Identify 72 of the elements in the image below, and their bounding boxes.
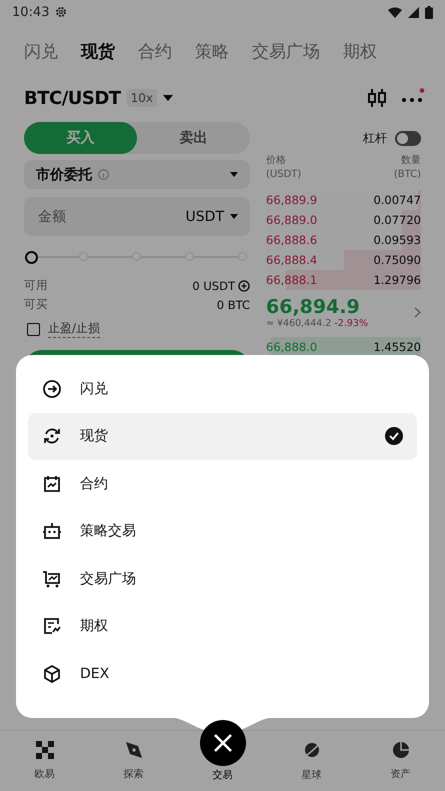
nav-item[interactable]: 探索 xyxy=(89,741,178,781)
ask-price[interactable]: 66,889.0 xyxy=(266,213,318,227)
quantity-header: 数量 (BTC) xyxy=(394,154,421,182)
refresh-icon xyxy=(42,426,62,446)
top-tab[interactable]: 策略 xyxy=(195,40,229,62)
caret-icon xyxy=(230,214,238,219)
unit-selector[interactable]: USDT xyxy=(186,208,238,224)
menu-item[interactable]: 合约 xyxy=(28,460,417,508)
bid-quantity: 1.45520 xyxy=(373,340,421,354)
cart-icon xyxy=(42,568,62,589)
cube-icon xyxy=(42,664,62,684)
menu-item[interactable]: 闪兑 xyxy=(28,365,417,412)
signal-icon xyxy=(408,6,419,18)
ask-quantity: 1.29796 xyxy=(373,273,421,287)
menu-item[interactable]: 现货 xyxy=(28,412,417,460)
checkbox[interactable] xyxy=(27,322,40,336)
checker-icon xyxy=(36,741,54,759)
top-tab[interactable]: 闪兑 xyxy=(24,40,58,62)
nav-item[interactable]: 资产 xyxy=(356,741,445,781)
chevron-right-icon[interactable] xyxy=(414,307,421,318)
nav-item[interactable]: 欧易 xyxy=(0,741,89,781)
top-tab[interactable]: 期权 xyxy=(343,40,377,62)
toggle-switch[interactable] xyxy=(395,130,421,146)
status-time: 10:43 xyxy=(12,4,50,20)
candlestick-icon[interactable] xyxy=(367,87,387,109)
ask-price[interactable]: 66,888.6 xyxy=(266,233,318,247)
top-tab[interactable]: 合约 xyxy=(138,40,172,62)
calendar-icon xyxy=(42,474,62,494)
leverage-label: 杠杆 xyxy=(363,130,387,146)
side-tab[interactable]: 卖出 xyxy=(137,122,250,154)
caret-icon[interactable] xyxy=(162,95,173,101)
caret-icon xyxy=(230,172,238,177)
available-value: 0 USDT xyxy=(192,278,235,292)
pie-chart-icon xyxy=(392,741,410,759)
menu-item[interactable]: 期权 xyxy=(28,602,417,650)
ask-quantity: 0.75090 xyxy=(373,253,421,267)
add-icon[interactable] xyxy=(238,280,250,292)
can-buy-label: 可买 xyxy=(24,297,48,312)
ask-price[interactable]: 66,889.9 xyxy=(266,193,318,207)
swap-icon xyxy=(42,378,62,399)
amount-field[interactable]: 金额 USDT xyxy=(24,197,250,236)
top-tab[interactable]: 交易广场 xyxy=(252,40,320,62)
menu-item[interactable]: 交易广场 xyxy=(28,555,417,602)
ask-price[interactable]: 66,888.1 xyxy=(266,273,318,287)
battery-icon xyxy=(425,6,433,18)
wifi-icon xyxy=(388,6,402,18)
tp-sl-link[interactable]: 止盈/止损 xyxy=(48,320,100,338)
ask-quantity: 0.07720 xyxy=(373,213,421,227)
compass-icon xyxy=(124,741,142,759)
ask-quantity: 0.00747 xyxy=(373,193,421,207)
close-icon xyxy=(213,733,233,753)
cny-price: ≈ ¥460,444.2 xyxy=(266,318,332,329)
can-buy-value: 0 BTC xyxy=(216,298,250,312)
ask-price[interactable]: 66,888.4 xyxy=(266,253,318,267)
top-tab[interactable]: 现货 xyxy=(81,40,115,62)
leverage-badge: 10x xyxy=(126,89,157,107)
price-header: 价格 (USDT) xyxy=(266,154,302,182)
last-price: 66,894.9 xyxy=(266,296,360,318)
check-icon xyxy=(385,427,403,446)
menu-item[interactable]: DEX xyxy=(28,650,417,698)
order-type-dropdown[interactable]: 市价委托 xyxy=(24,160,250,189)
available-label: 可用 xyxy=(24,278,48,293)
robot-icon xyxy=(42,521,62,542)
menu-item[interactable]: 策略交易 xyxy=(28,508,417,555)
nav-item[interactable]: 星球 xyxy=(267,740,356,782)
info-icon xyxy=(98,169,109,180)
document-chart-icon xyxy=(42,616,62,636)
nav-item[interactable]: 交易 xyxy=(212,768,232,782)
gear-icon xyxy=(55,6,68,18)
pair-symbol[interactable]: BTC/USDT xyxy=(24,88,121,108)
ask-quantity: 0.09593 xyxy=(373,233,421,247)
price-change: -2.93% xyxy=(334,318,368,329)
